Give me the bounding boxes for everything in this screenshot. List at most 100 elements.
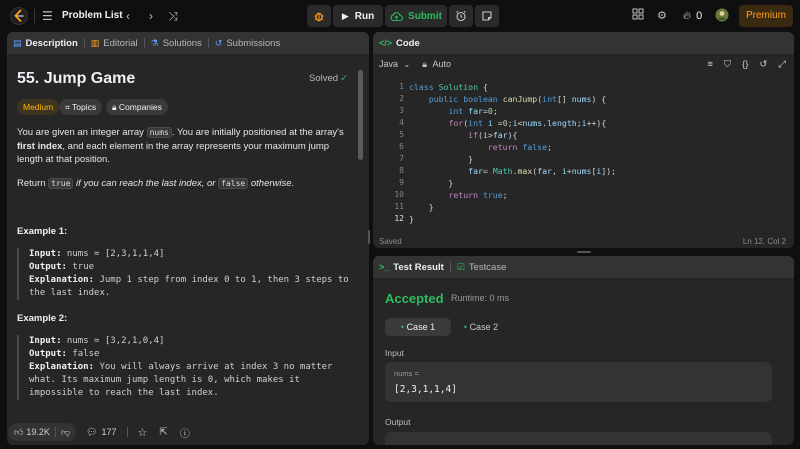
tab-editorial[interactable]: ▥ Editorial [85,32,144,54]
like-count: 19.2K [26,427,50,437]
notes-button[interactable] [475,5,499,27]
code-header: </> Code [373,32,794,54]
code-brackets-icon: </> [379,38,393,48]
statement-text: You are given an integer array [17,127,147,138]
star-icon[interactable]: ☆ [138,426,148,439]
difficulty-badge[interactable]: Medium [17,99,60,115]
thumbs-up-icon: 👍︎ [14,426,24,437]
description-tabs: ▤ Description ▥ Editorial ⚗ Solutions ↺ … [7,32,369,54]
bookmark-icon[interactable]: ⛉ [724,59,731,70]
description-scrollbar[interactable] [358,70,363,160]
example-2-title: Example 2: [17,313,68,324]
tag-icon: ⌗ [65,102,70,112]
line-number: 3 [399,106,404,115]
line-number: 4 [399,118,404,127]
tab-test-result[interactable]: >_ Test Result [373,256,450,278]
tab-submissions[interactable]: ↺ Submissions [209,32,286,54]
debug-button[interactable] [307,5,331,27]
verdict: Accepted [385,291,444,306]
tab-testcase[interactable]: ☑ Testcase [451,256,513,278]
explanation-label: Explanation: [29,275,95,285]
premium-button[interactable]: Premium [739,5,793,27]
problem-list-link[interactable]: Problem List [62,9,123,23]
vertical-resize-handle[interactable] [368,230,370,244]
example-2-block: Input: nums = [3,2,1,0,4] Output: false … [17,335,357,400]
streak-count: 0 [696,10,703,22]
layout-grid-icon[interactable] [632,8,644,24]
lock-icon: 🔒︎ [112,102,117,112]
statement-text: . You are initially positioned at the ar… [171,127,344,138]
output-label: Output: [29,262,67,272]
statement-italic: otherwise. [248,178,295,189]
document-icon: ▤ [13,37,22,48]
run-label: Run [354,10,375,22]
check-circle-icon: ✓ [340,73,349,84]
shuffle-icon[interactable]: ⤨ [165,8,181,24]
divider [54,427,56,437]
share-icon[interactable]: ⇱ [159,427,167,438]
runtime: Runtime: 0 ms [451,293,510,303]
format-icon[interactable]: ≡ [707,59,713,70]
language-label: Java [379,59,399,69]
streak-counter[interactable]: 🔥︎ 0 [683,8,702,24]
input-label: Input: [29,336,62,346]
list-icon[interactable]: ☰ [42,9,56,23]
example-1-title: Example 1: [17,226,68,237]
code-line: return false; [487,142,552,152]
run-button[interactable]: ▶ Run [333,5,383,27]
topics-label: Topics [72,102,97,112]
fullscreen-icon[interactable]: ⤢ [778,59,786,70]
run-controls: ▶ Run Submit [307,5,499,27]
help-icon[interactable]: ⓘ [180,425,190,440]
terminal-icon: >_ [379,262,390,272]
line-number: 9 [399,178,404,187]
line-number: 8 [399,166,404,175]
case-2-tab[interactable]: • Case 2 [453,318,509,336]
avatar[interactable] [715,8,729,24]
statement-bold: first index [17,140,63,152]
companies-chip[interactable]: 🔒︎ Companies [106,99,168,115]
example-1-block: Input: nums = [2,3,1,1,4] Output: true E… [17,248,357,300]
language-select[interactable]: Java ⌄ [379,59,410,69]
pass-dot-icon: • [463,322,468,332]
thumbs-down-icon[interactable]: 👎︎ [61,427,70,438]
comments-button[interactable]: 💬︎ 177 [86,427,116,438]
comment-icon: 💬︎ [86,426,98,437]
input-heading: Input [385,348,404,358]
like-button[interactable]: 👍︎ 19.2K 👎︎ [8,423,77,441]
code-line: } [409,178,454,188]
tab-code[interactable]: </> Code [373,32,426,54]
inline-code: false [218,178,249,189]
line-number: 12 [394,214,404,223]
next-problem-icon[interactable]: › [143,8,159,24]
prev-problem-icon[interactable]: ‹ [120,8,136,24]
code-line: int far=0; [448,106,498,116]
variable-name: nums = [394,369,419,378]
reset-icon[interactable]: ↺ [759,59,767,70]
line-number: 7 [399,154,404,163]
horizontal-resize-handle[interactable] [577,251,591,253]
leetcode-logo-icon[interactable] [10,7,28,25]
companies-label: Companies [118,102,162,112]
code-line: far= Math.max(far, i+nums[i]); [468,166,617,176]
tab-solutions[interactable]: ⚗ Solutions [145,32,208,54]
book-icon: ▥ [90,37,100,48]
line-number: 1 [399,82,404,91]
comment-count: 177 [101,427,117,437]
submit-button[interactable]: Submit [385,5,447,27]
output-heading: Output [385,417,411,427]
topics-chip[interactable]: ⌗ Topics [59,99,103,115]
history-icon: ↺ [214,37,223,48]
code-line: public boolean canJump(int[] nums) { [428,94,607,104]
code-panel: </> Code Java ⌄ 🔒︎ Auto ≡ ⛉ {} ↺ ⤢ Saved… [373,32,794,248]
flame-icon: 🔥︎ [683,10,692,22]
tab-description[interactable]: ▤ Description [7,32,84,54]
braces-icon[interactable]: {} [742,59,748,70]
problem-title: 55. Jump Game [17,70,136,87]
timer-button[interactable] [449,5,473,27]
case-1-tab[interactable]: • Case 1 [385,318,451,336]
tab-code-label: Code [396,37,420,49]
settings-gear-icon[interactable]: ⚙ [657,8,667,24]
auto-mode-toggle[interactable]: 🔒︎ Auto [422,59,451,70]
top-bar: ☰ Problem List ‹ › ⤨ ▶ Run Submit ⚙ 🔥︎ 0… [0,0,800,32]
